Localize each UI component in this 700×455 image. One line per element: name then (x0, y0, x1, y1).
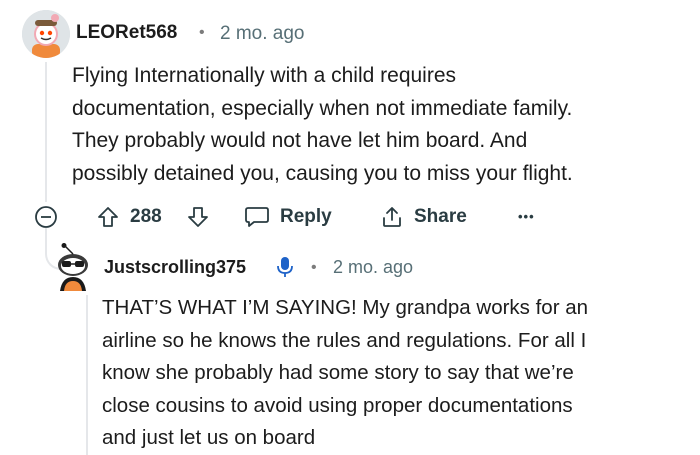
reply-line: close cousins to avoid using proper docu… (102, 393, 573, 417)
thread-line (45, 62, 47, 202)
snoo-avatar-icon (22, 10, 70, 58)
snoo-avatar-icon (58, 243, 88, 291)
reply-thread-line (86, 295, 88, 455)
username[interactable]: LEORet568 (76, 22, 177, 44)
reply-body: THAT’S WHAT I’M SAYING! My grandpa works… (102, 292, 692, 455)
microphone-icon (276, 255, 294, 279)
reply-line: know she probably had some story to say … (102, 361, 574, 384)
reply-button[interactable]: Reply (244, 205, 332, 229)
timestamp[interactable]: 2 mo. ago (220, 23, 305, 45)
reply-line: and just let us on board (102, 426, 316, 449)
share-button[interactable]: Share (380, 205, 467, 229)
reply-avatar[interactable] (52, 243, 94, 291)
avatar[interactable] (22, 10, 70, 58)
vote-count: 288 (130, 206, 162, 227)
collapse-icon[interactable] (34, 205, 58, 229)
comment-line: They probably would not have let him boa… (72, 129, 528, 152)
meta-separator: • (311, 259, 317, 276)
reply-timestamp[interactable]: 2 mo. ago (333, 257, 413, 278)
reply-line: airline so he knows the rules and regula… (102, 328, 587, 352)
reply-label: Reply (280, 206, 332, 227)
comment-body: Flying Internationally with a child requ… (72, 60, 682, 190)
comment-bubble-icon (244, 205, 270, 229)
comment-line: documentation, especially when not immed… (72, 96, 573, 120)
upvote-icon[interactable] (96, 205, 120, 229)
comment-line: Flying Internationally with a child requ… (72, 64, 457, 87)
more-options-button[interactable]: ••• (518, 209, 535, 224)
share-label: Share (414, 206, 467, 227)
reply-line: THAT’S WHAT I’M SAYING! My grandpa works… (102, 296, 589, 319)
meta-separator: • (199, 24, 205, 41)
reply-username[interactable]: Justscrolling375 (104, 257, 246, 278)
share-icon (380, 205, 404, 229)
comment-line: possibly detained you, causing you to mi… (72, 161, 573, 185)
downvote-icon[interactable] (186, 205, 210, 229)
